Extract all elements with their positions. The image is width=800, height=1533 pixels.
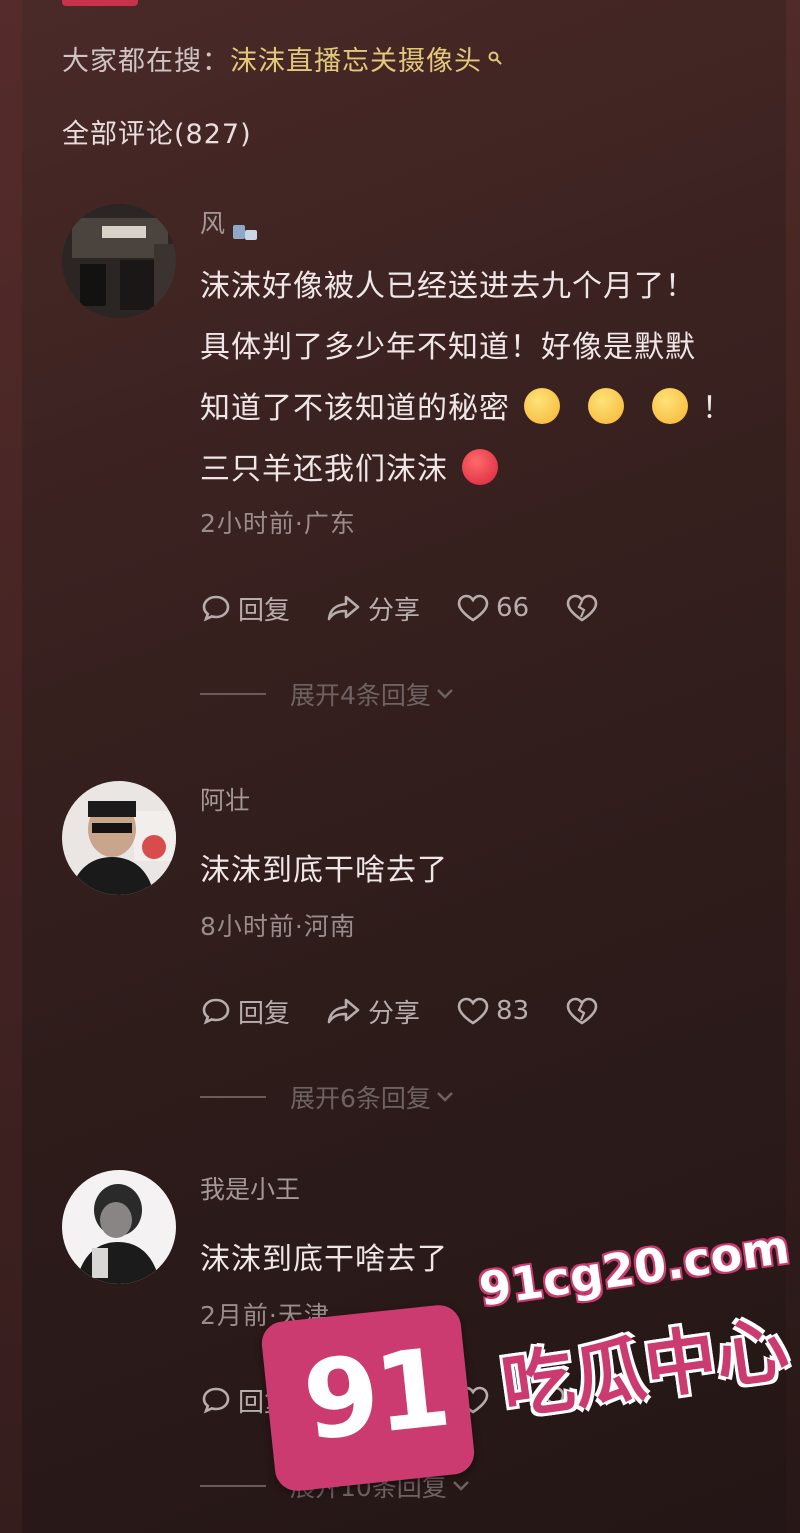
expand-replies-label: 展开6条回复 bbox=[290, 1084, 431, 1113]
site-watermark: 91 91cg20.com 吃瓜中心 bbox=[259, 1213, 793, 1513]
reply-label: 回复 bbox=[238, 998, 291, 1029]
share-arrow-icon bbox=[327, 998, 360, 1024]
share-arrow-icon bbox=[327, 595, 360, 621]
expand-replies-label: 展开4条回复 bbox=[290, 681, 431, 710]
reply-button[interactable]: 回复 bbox=[200, 590, 290, 627]
reply-bubble-icon bbox=[202, 595, 230, 622]
comment-text-fragment: 三只羊还我们沫沫 bbox=[200, 452, 448, 487]
reply-bubble-icon bbox=[202, 1387, 230, 1414]
comments-header: 全部评论(827) bbox=[62, 119, 252, 150]
like-button[interactable]: 83 bbox=[456, 996, 529, 1026]
divider bbox=[200, 1485, 266, 1487]
broken-heart-icon bbox=[566, 594, 598, 622]
comment-meta: 2小时前·广东 bbox=[200, 509, 356, 538]
dislike-button[interactable] bbox=[565, 996, 605, 1026]
divider bbox=[200, 1096, 266, 1098]
share-label: 分享 bbox=[368, 595, 421, 626]
right-edge-shadow bbox=[786, 0, 800, 1533]
dislike-button[interactable] bbox=[565, 593, 605, 623]
comment-text-line: 知道了不该知道的秘密 ！ bbox=[200, 378, 770, 439]
comment-text: 沫沫到底干啥去了 bbox=[200, 851, 770, 891]
heart-icon bbox=[457, 594, 489, 622]
comment-text-line: 具体判了多少年不知道！好像是默默 bbox=[200, 330, 696, 365]
left-edge-shadow bbox=[0, 0, 22, 1533]
comment-actions: 回复 分享 83 bbox=[200, 991, 770, 1031]
like-button[interactable]: 66 bbox=[456, 593, 529, 623]
comment-text-fragment: 知道了不该知道的秘密 bbox=[200, 391, 510, 426]
watermark-number: 91 bbox=[297, 1325, 453, 1466]
divider bbox=[200, 693, 266, 695]
search-suggestion[interactable]: 大家都在搜： 沫沫直播忘关摄像头 bbox=[62, 36, 502, 80]
avatar[interactable] bbox=[62, 781, 176, 895]
share-button[interactable]: 分享 bbox=[326, 590, 420, 627]
username-text: 我是小王 bbox=[200, 1175, 301, 1204]
chevron-down-icon bbox=[437, 689, 453, 699]
share-label: 分享 bbox=[368, 998, 421, 1029]
user-badge-icon bbox=[231, 214, 261, 240]
avatar[interactable] bbox=[62, 1170, 176, 1284]
comment-meta: 8小时前·河南 bbox=[200, 912, 356, 941]
expand-replies-button[interactable]: 展开4条回复 bbox=[200, 674, 770, 714]
reply-label: 回复 bbox=[238, 595, 291, 626]
comment-text-line: 沫沫好像被人已经送进去九个月了！ bbox=[200, 269, 696, 304]
search-prefix-label: 大家都在搜： bbox=[62, 45, 230, 77]
pleading-face-emoji-icon bbox=[524, 387, 560, 424]
comment-username[interactable]: 阿壮 bbox=[200, 781, 770, 821]
comment-username[interactable]: 我是小王 bbox=[200, 1170, 770, 1210]
comment-text: 沫沫好像被人已经送进去九个月了！ 具体判了多少年不知道！好像是默默 知道了不该知… bbox=[200, 256, 770, 500]
top-tab-indicator bbox=[62, 0, 138, 6]
avatar[interactable] bbox=[62, 204, 176, 318]
search-term-link[interactable]: 沫沫直播忘关摄像头 bbox=[230, 39, 482, 78]
like-count: 66 bbox=[496, 593, 530, 623]
reply-button[interactable]: 回复 bbox=[200, 993, 290, 1030]
comment-text-line: 沫沫到底干啥去了 bbox=[200, 853, 448, 888]
like-count: 83 bbox=[496, 996, 530, 1026]
pleading-face-emoji-icon bbox=[588, 387, 624, 424]
comment-text-line: 三只羊还我们沫沫 bbox=[200, 439, 770, 500]
watermark-name: 吃瓜中心 bbox=[496, 1306, 794, 1430]
username-text: 阿壮 bbox=[200, 786, 251, 815]
expand-replies-button[interactable]: 展开6条回复 bbox=[200, 1077, 770, 1117]
broken-heart-icon bbox=[566, 997, 598, 1025]
pleading-face-emoji-icon bbox=[652, 387, 688, 424]
reply-bubble-icon bbox=[202, 998, 230, 1025]
heart-icon bbox=[457, 997, 489, 1025]
comment-actions: 回复 分享 66 bbox=[200, 588, 770, 628]
share-button[interactable]: 分享 bbox=[326, 993, 420, 1030]
username-text: 风 bbox=[200, 209, 226, 238]
search-icon bbox=[488, 41, 502, 65]
angry-face-emoji-icon bbox=[462, 448, 498, 485]
chevron-down-icon bbox=[437, 1092, 453, 1102]
comment-text-fragment: ！ bbox=[702, 391, 733, 426]
comment-username[interactable]: 风 bbox=[200, 204, 770, 244]
